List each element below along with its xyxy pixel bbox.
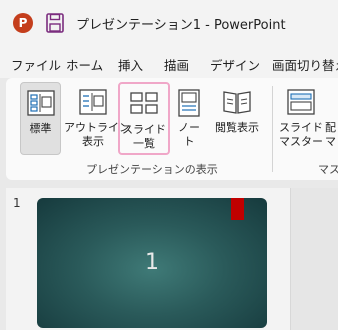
outline-view-label: アウトライン 表示: [64, 121, 130, 148]
normal-view-icon: [26, 90, 55, 116]
tab-file[interactable]: ファイル: [11, 55, 61, 74]
slide-sorter-label: スライド 一覧: [122, 123, 166, 150]
title-bar: P プレゼンテーション1 - PowerPoint: [0, 0, 338, 48]
handout-master-button[interactable]: 配 マ: [324, 82, 338, 155]
reading-view-button[interactable]: 閲覧表示: [210, 82, 264, 155]
master-views-group-label: マス: [318, 163, 338, 176]
slide-accent-bar: [231, 198, 244, 220]
tab-design[interactable]: デザイン: [210, 55, 260, 74]
powerpoint-icon[interactable]: P: [13, 13, 33, 33]
slide-master-label: スライド マスター: [279, 121, 323, 148]
outline-view-icon: [79, 89, 107, 115]
slide-sorter-icon: [130, 92, 158, 114]
tab-insert[interactable]: 挿入: [118, 55, 143, 74]
presentation-views-group-label: プレゼンテーションの表示: [86, 163, 218, 176]
handout-master-label: 配 マ: [325, 121, 336, 148]
ribbon: 標準 アウトライン 表示 スライド 一覧 ノー ト 閲覧表示 スライド マスター…: [6, 78, 338, 180]
slide-number: 1: [13, 196, 21, 210]
ribbon-tabs: ファイル ホーム 挿入 描画 デザイン 画面切り替え: [0, 48, 338, 78]
slide-editor-area[interactable]: [291, 188, 338, 330]
window-title: プレゼンテーション1 - PowerPoint: [76, 18, 286, 33]
slide-master-icon: [287, 89, 315, 115]
notes-view-button[interactable]: ノー ト: [172, 82, 206, 155]
tab-transitions[interactable]: 画面切り替え: [272, 55, 338, 74]
normal-view-label: 標準: [29, 122, 52, 135]
outline-view-button[interactable]: アウトライン 表示: [64, 82, 130, 155]
notes-view-label: ノー ト: [178, 121, 200, 148]
reading-view-icon: [223, 91, 251, 114]
save-icon[interactable]: [46, 13, 64, 33]
notes-page-icon: [178, 89, 200, 117]
slide-thumbnail[interactable]: 1: [37, 198, 267, 328]
tab-draw[interactable]: 描画: [164, 55, 189, 74]
reading-view-label: 閲覧表示: [215, 121, 259, 134]
slide-thumbnail-title: 1: [145, 250, 159, 275]
slide-sorter-button[interactable]: スライド 一覧: [118, 82, 170, 155]
normal-view-button[interactable]: 標準: [20, 82, 61, 155]
group-separator: [272, 86, 273, 172]
tab-home[interactable]: ホーム: [66, 55, 103, 74]
slide-master-button[interactable]: スライド マスター: [278, 82, 324, 155]
